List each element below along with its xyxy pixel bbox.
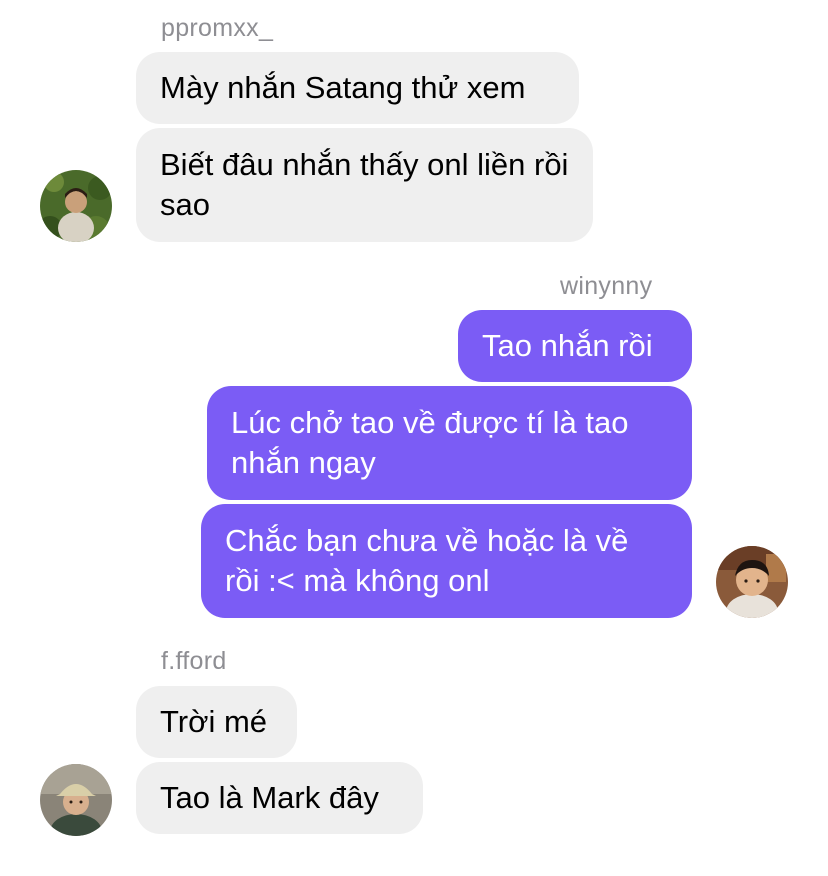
avatar-photo-icon <box>40 764 112 836</box>
message-bubble[interactable]: Chắc bạn chưa về hoặc là về rồi :< mà kh… <box>201 504 692 618</box>
sender-name-ffford: f.fford <box>161 647 227 675</box>
sender-name-winynny: winynny <box>560 272 653 300</box>
message-bubble[interactable]: Mày nhắn Satang thử xem <box>136 52 579 124</box>
avatar-photo-icon <box>40 170 112 242</box>
message-text: Biết đâu nhắn thấy onl liền rồi sao <box>160 147 569 222</box>
avatar-photo-icon <box>716 546 788 618</box>
avatar-ppromxx[interactable] <box>40 170 112 242</box>
message-bubble[interactable]: Biết đâu nhắn thấy onl liền rồi sao <box>136 128 593 242</box>
avatar-winynny[interactable] <box>716 546 788 618</box>
avatar-ffford[interactable] <box>40 764 112 836</box>
message-text: Tao là Mark đây <box>160 780 379 815</box>
message-text: Mày nhắn Satang thử xem <box>160 70 526 105</box>
message-text: Trời mé <box>160 704 268 739</box>
message-bubble[interactable]: Lúc chở tao về được tí là tao nhắn ngay <box>207 386 692 500</box>
message-bubble[interactable]: Tao nhắn rồi <box>458 310 692 382</box>
sender-name-ppromxx: ppromxx_ <box>161 14 274 42</box>
message-bubble[interactable]: Tao là Mark đây <box>136 762 423 834</box>
message-text: Chắc bạn chưa về hoặc là về rồi :< mà kh… <box>225 523 629 598</box>
message-text: Lúc chở tao về được tí là tao nhắn ngay <box>231 405 629 480</box>
message-text: Tao nhắn rồi <box>482 328 653 363</box>
message-bubble[interactable]: Trời mé <box>136 686 297 758</box>
